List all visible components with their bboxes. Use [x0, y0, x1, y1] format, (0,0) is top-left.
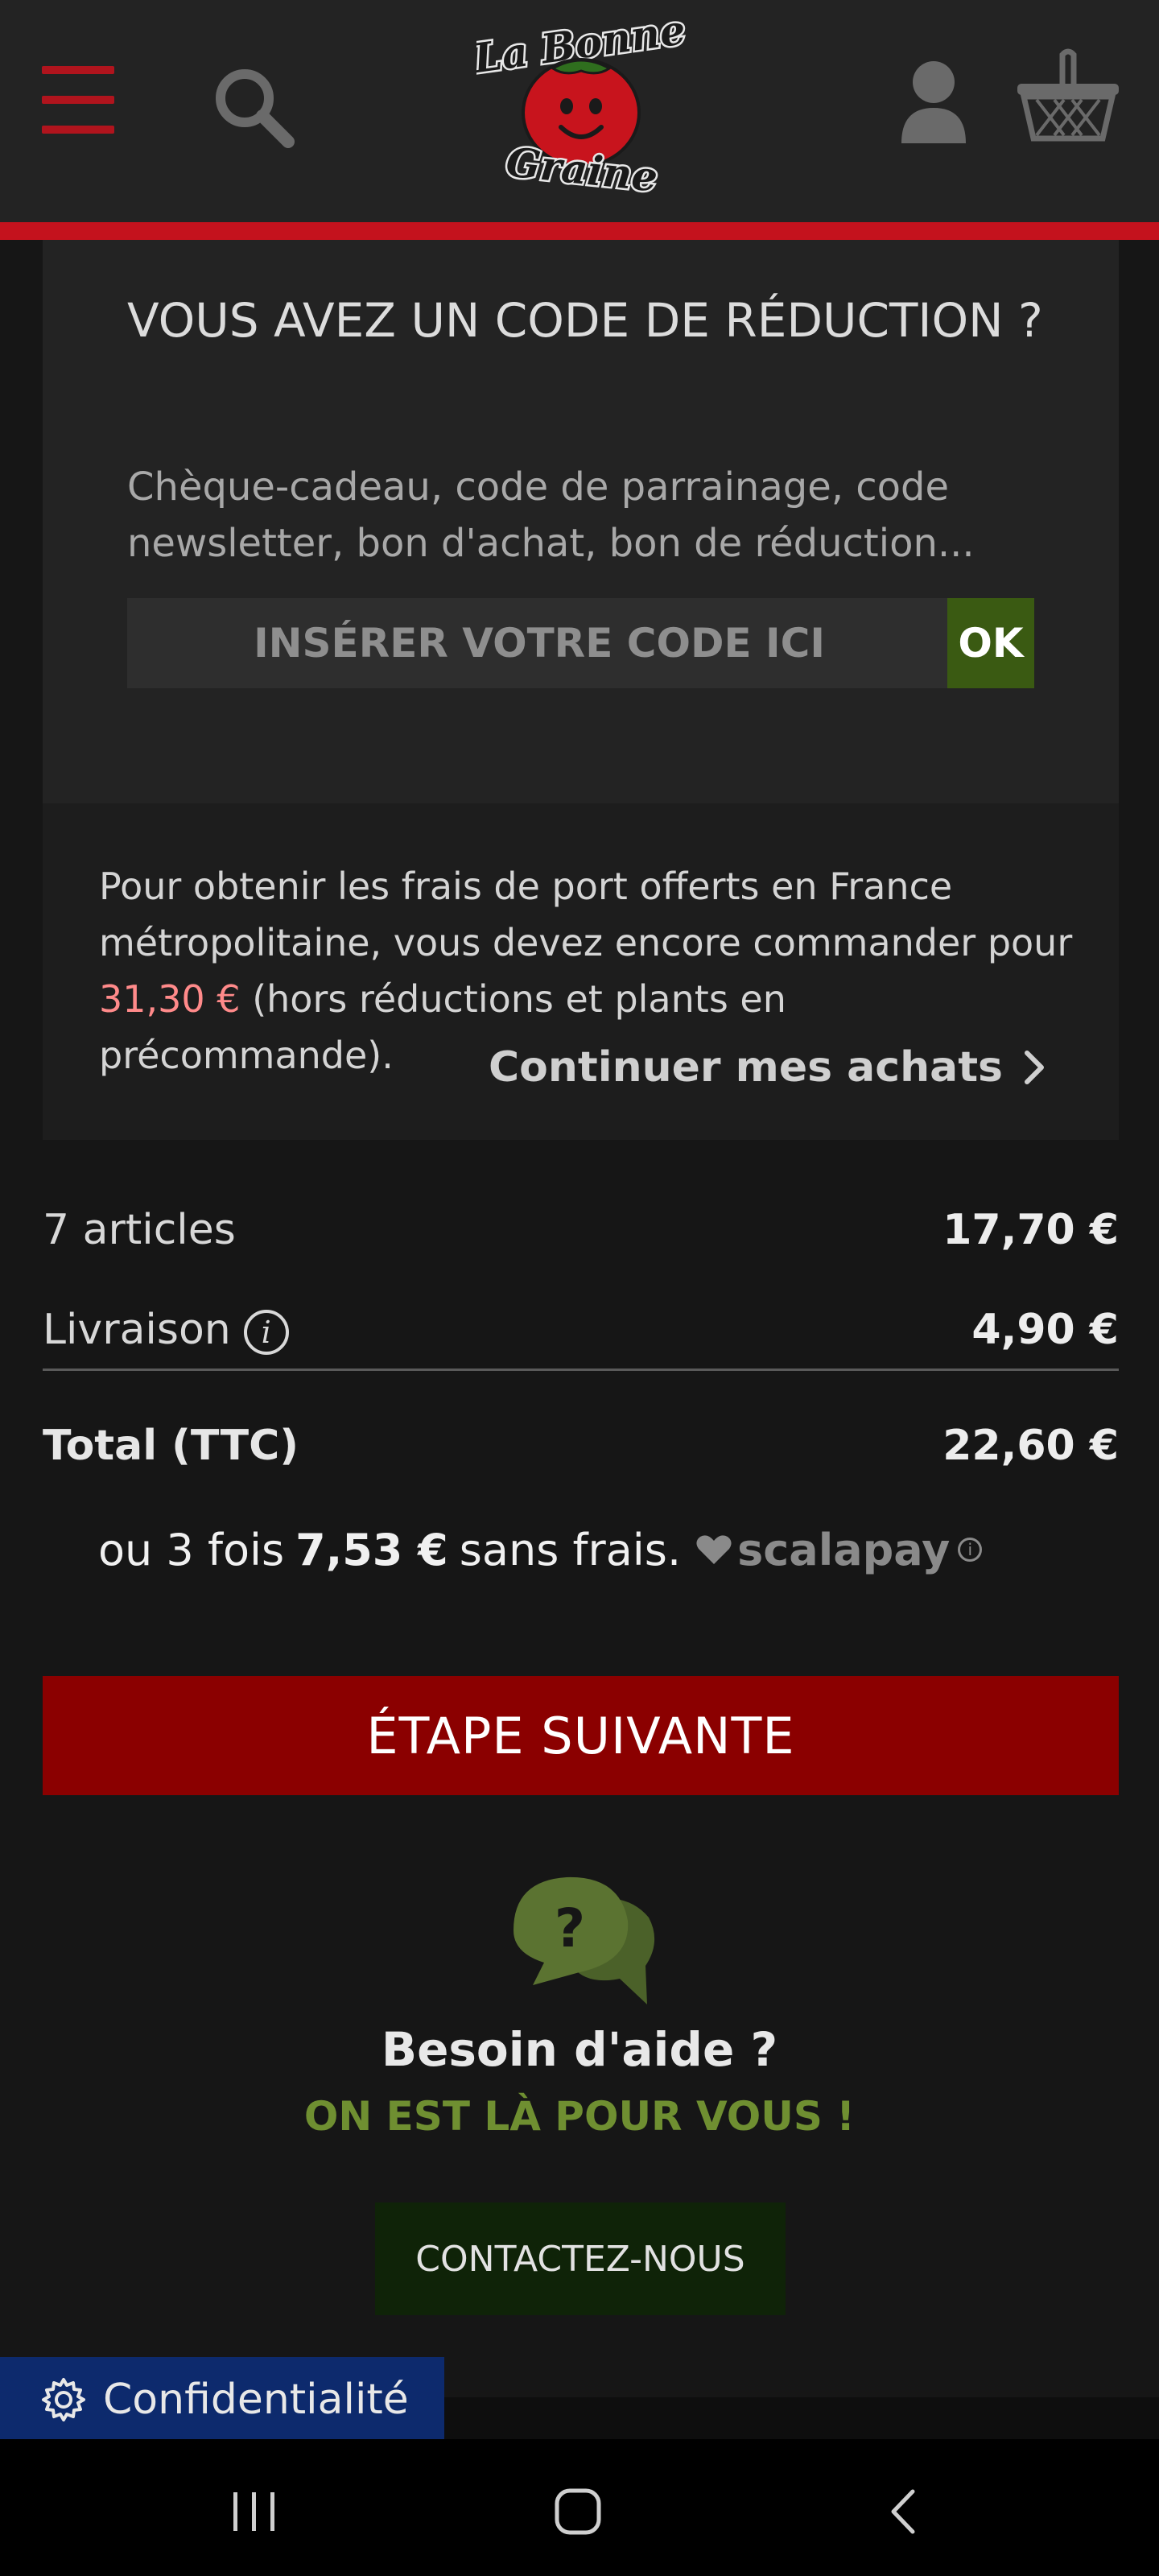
- back-icon: [891, 2489, 915, 2534]
- svg-text:?: ?: [555, 1897, 585, 1959]
- search-icon: [216, 69, 295, 148]
- privacy-label: Confidentialité: [103, 2376, 409, 2424]
- heart-icon: [696, 1535, 732, 1564]
- scalapay-suffix: sans frais.: [459, 1524, 682, 1575]
- apply-coupon-button[interactable]: OK: [947, 598, 1034, 688]
- account-button[interactable]: [898, 58, 969, 147]
- home-button[interactable]: [546, 2479, 610, 2544]
- chat-question-icon: ?: [514, 1876, 655, 2004]
- delivery-label: Livraison: [43, 1305, 231, 1354]
- site-header: La Bonne Graine: [0, 0, 1159, 222]
- coupon-card: VOUS AVEZ UN CODE DE RÉDUCTION ? Chèque-…: [43, 240, 1119, 803]
- continue-shopping-link[interactable]: Continuer mes achats: [489, 1043, 1045, 1092]
- menu-bar: [42, 66, 114, 74]
- delivery-label-wrap: Livraison i: [43, 1306, 289, 1355]
- delivery-value: 4,90 €: [971, 1306, 1119, 1354]
- scalapay-installments: ou 3 fois 7,53 € sans frais. scalapay i: [98, 1521, 983, 1578]
- info-icon[interactable]: i: [243, 1309, 289, 1355]
- continue-shopping-label: Continuer mes achats: [489, 1043, 1003, 1092]
- recent-apps-button[interactable]: [222, 2479, 287, 2544]
- user-icon: [901, 61, 966, 143]
- header-accent-stripe: [0, 222, 1159, 240]
- gear-icon: [42, 2378, 85, 2421]
- coupon-description: Chèque-cadeau, code de parrainage, code …: [127, 464, 975, 566]
- articles-label: 7 articles: [43, 1206, 236, 1254]
- articles-row: 7 articles 17,70 €: [43, 1198, 1119, 1262]
- recent-apps-icon: [233, 2492, 274, 2531]
- help-subtitle: ON EST LÀ POUR VOUS !: [303, 2093, 856, 2140]
- totals-divider: [43, 1368, 1119, 1371]
- help-title: Besoin d'aide ?: [381, 2022, 778, 2077]
- scalapay-brand-name: scalapay: [737, 1524, 951, 1575]
- logo-text-bottom: Graine: [504, 138, 660, 193]
- coupon-code-input[interactable]: [127, 598, 951, 688]
- scalapay-amount: 7,53 €: [295, 1524, 448, 1575]
- brand-logo[interactable]: La Bonne Graine: [467, 3, 691, 203]
- privacy-settings-button[interactable]: Confidentialité: [0, 2357, 444, 2442]
- scalapay-prefix: ou 3 fois: [98, 1524, 285, 1575]
- shipping-remaining-amount: 31,30 €: [99, 977, 241, 1021]
- total-row: Total (TTC) 22,60 €: [43, 1414, 1119, 1478]
- back-button[interactable]: [871, 2479, 935, 2544]
- delivery-row: Livraison i 4,90 €: [43, 1298, 1119, 1362]
- system-navigation-bar: [0, 2439, 1159, 2576]
- chevron-right-icon: [1025, 1051, 1044, 1084]
- home-icon: [555, 2488, 601, 2535]
- next-step-button[interactable]: ÉTAPE SUIVANTE: [43, 1676, 1119, 1795]
- menu-bar: [42, 126, 114, 134]
- scalapay-logo: scalapay i: [695, 1524, 983, 1575]
- free-shipping-card: Pour obtenir les frais de port offerts e…: [43, 803, 1119, 1140]
- contact-us-button[interactable]: CONTACTEZ-NOUS: [375, 2202, 786, 2315]
- total-value: 22,60 €: [942, 1422, 1119, 1470]
- basket-icon: [1017, 48, 1119, 142]
- coupon-title: VOUS AVEZ UN CODE DE RÉDUCTION ?: [127, 293, 1043, 348]
- articles-value: 17,70 €: [942, 1206, 1119, 1254]
- shipping-text-before: Pour obtenir les frais de port offerts e…: [99, 865, 1073, 964]
- scalapay-info-icon[interactable]: i: [958, 1538, 983, 1562]
- menu-bar: [42, 96, 114, 104]
- search-button[interactable]: [211, 64, 296, 150]
- hamburger-menu-button[interactable]: [42, 66, 114, 134]
- total-label: Total (TTC): [43, 1422, 299, 1470]
- cart-button[interactable]: [1016, 48, 1120, 145]
